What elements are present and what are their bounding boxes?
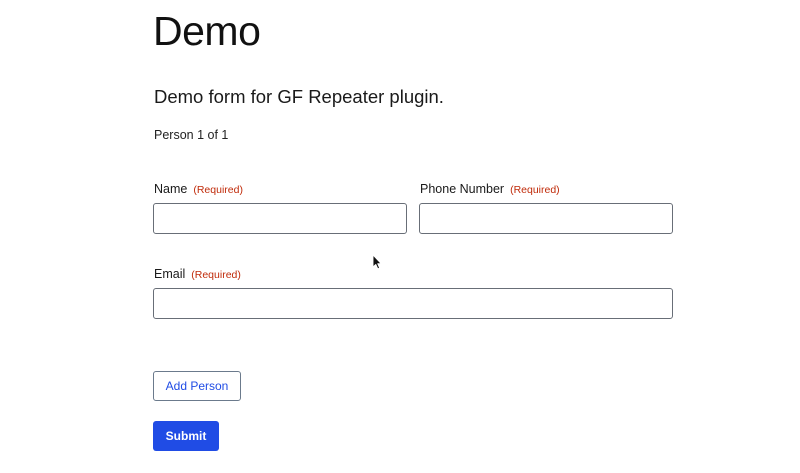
- add-person-button[interactable]: Add Person: [153, 371, 241, 401]
- email-label: Email (Required): [154, 266, 241, 283]
- name-required-indicator: (Required): [193, 184, 243, 196]
- form-description: Demo form for GF Repeater plugin.: [154, 86, 444, 107]
- repeater-counter: Person 1 of 1: [154, 128, 229, 142]
- submit-button[interactable]: Submit: [153, 421, 219, 451]
- name-input[interactable]: [153, 203, 407, 234]
- mouse-pointer-icon: [372, 254, 382, 270]
- name-label-text: Name: [154, 182, 188, 196]
- name-label: Name (Required): [154, 181, 243, 198]
- phone-label: Phone Number (Required): [420, 181, 560, 198]
- phone-required-indicator: (Required): [510, 184, 560, 196]
- page: Demo Demo form for GF Repeater plugin. P…: [0, 0, 800, 473]
- phone-input[interactable]: [419, 203, 673, 234]
- page-title: Demo: [153, 8, 261, 54]
- email-input[interactable]: [153, 288, 673, 319]
- email-required-indicator: (Required): [191, 269, 241, 281]
- email-label-text: Email: [154, 267, 186, 281]
- phone-label-text: Phone Number: [420, 182, 505, 196]
